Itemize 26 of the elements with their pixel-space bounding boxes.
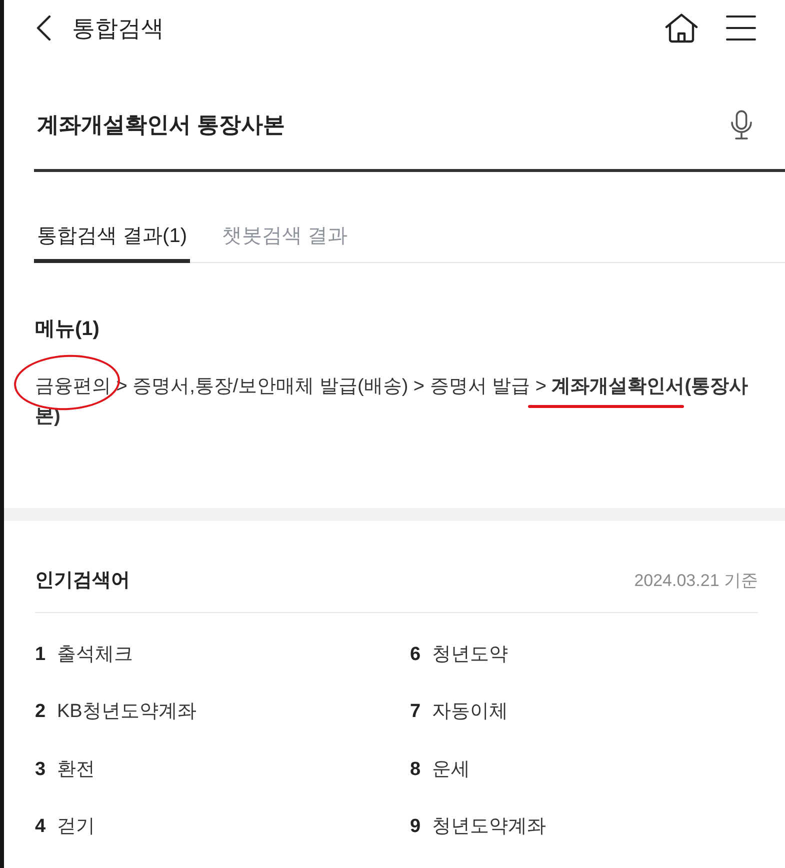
chevron-left-icon[interactable] — [36, 15, 51, 41]
section-title: 메뉴(1) — [35, 317, 100, 342]
search-term-link[interactable]: 출석체크 — [57, 640, 133, 669]
rank-number: 7 — [410, 700, 422, 724]
rank-number: 4 — [35, 815, 47, 839]
rank-number: 8 — [410, 758, 422, 782]
microphone-icon[interactable] — [730, 110, 753, 140]
result-tab[interactable]: 통합검색 결과(1) — [34, 208, 190, 263]
search-field[interactable]: 계좌개설확인서 통장사본 — [34, 105, 730, 145]
rank-number: 2 — [35, 700, 47, 724]
home-icon[interactable] — [665, 13, 698, 43]
search-term-link[interactable]: 운세 — [432, 756, 470, 784]
search-term-link[interactable]: 환전 — [57, 756, 95, 784]
search-term-link[interactable]: 청년도약계좌 — [432, 813, 546, 842]
menu-icon[interactable] — [726, 15, 756, 41]
search-term-link[interactable]: KB청년도약계좌 — [57, 698, 196, 726]
rank-number: 1 — [35, 642, 47, 666]
section-title: 인기검색어 — [35, 569, 130, 593]
search-term-link[interactable]: 청년도약 — [432, 640, 508, 669]
search-term-link[interactable]: 자동이체 — [432, 698, 508, 726]
date-label: 2024.03.21 기준 — [634, 570, 758, 592]
page-title: 통합검색 — [72, 14, 164, 43]
rank-number: 9 — [410, 815, 422, 839]
rank-number: 3 — [35, 758, 47, 782]
rank-number: 6 — [410, 642, 422, 666]
search-term-link[interactable]: 걷기 — [57, 813, 95, 842]
